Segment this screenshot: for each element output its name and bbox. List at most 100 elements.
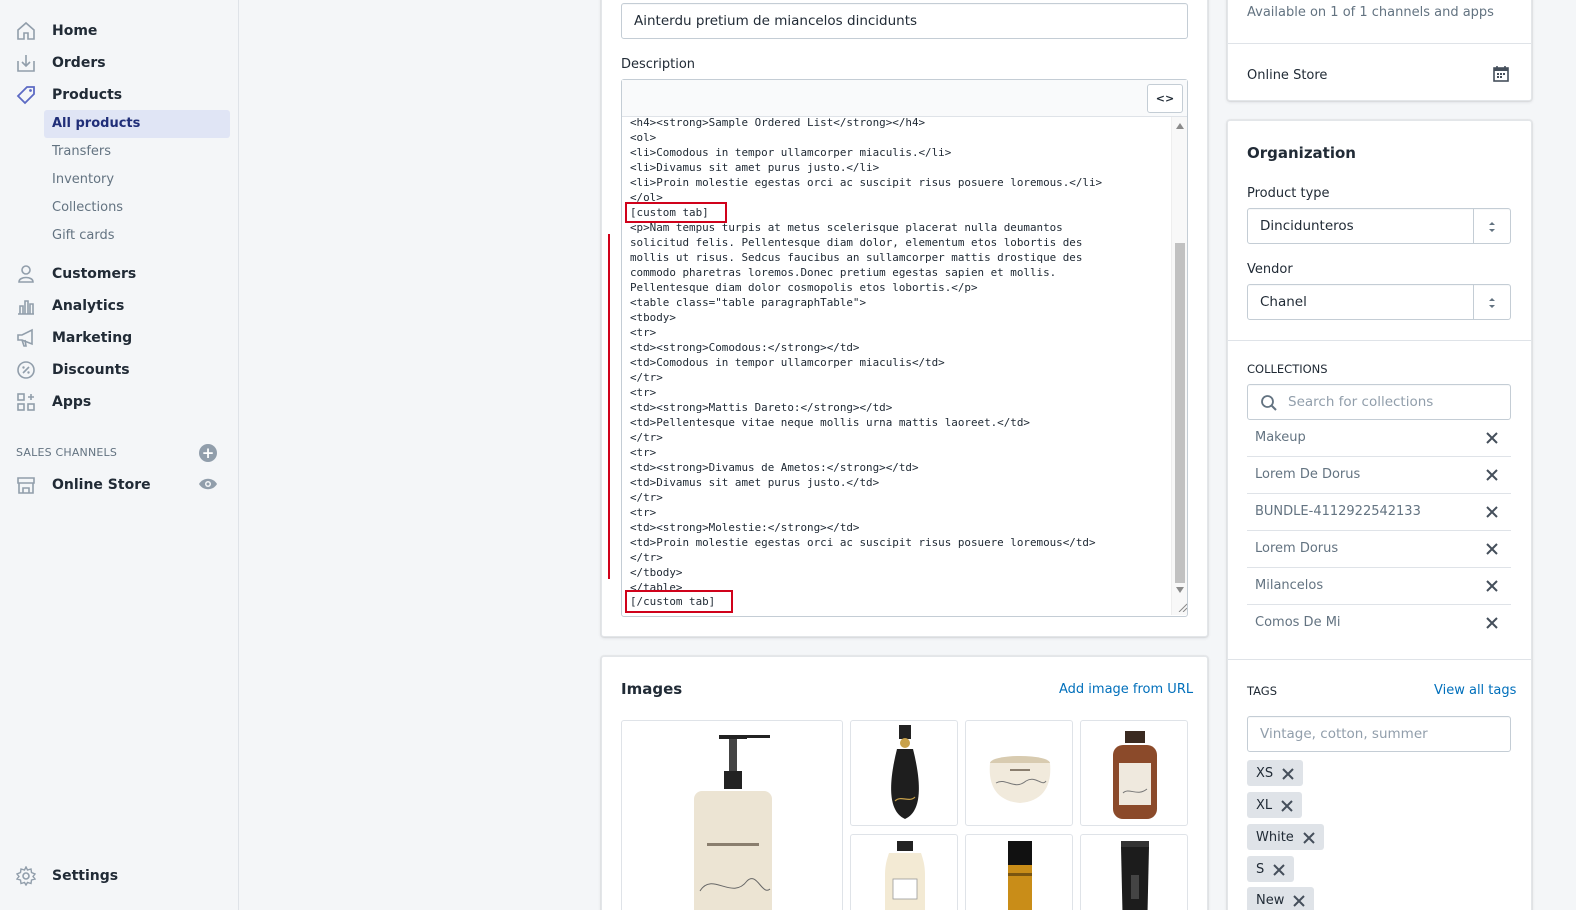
sub-item-label: All products: [52, 116, 141, 131]
remove-collection-icon[interactable]: [1484, 504, 1500, 520]
nav-products-label: Products: [52, 87, 123, 103]
remove-tag-icon[interactable]: [1302, 830, 1316, 844]
scroll-down-icon[interactable]: [1176, 587, 1184, 593]
highlight-custom-tab-open: [625, 202, 727, 223]
gold-tube-image[interactable]: [965, 834, 1073, 910]
code-line: <tr>: [630, 326, 657, 339]
code-line: </tr>: [630, 431, 663, 444]
editor-toolbar: [622, 80, 1187, 117]
product-type-value: Dincidunteros: [1260, 218, 1354, 234]
code-line: <tbody>: [630, 311, 676, 324]
remove-tag-icon[interactable]: [1281, 766, 1295, 780]
code-editor[interactable]: <h4><strong>Sample Ordered List</strong>…: [622, 117, 1171, 615]
nav-apps[interactable]: Apps: [0, 387, 239, 417]
sidebar-item-inventory[interactable]: Inventory: [44, 166, 230, 194]
black-tube-image[interactable]: [1080, 834, 1188, 910]
pump-bottle-image[interactable]: [621, 720, 843, 910]
collection-name: BUNDLE-4112922542133: [1255, 504, 1421, 519]
add-image-from-url-link[interactable]: Add image from URL: [1059, 682, 1193, 697]
select-arrows-icon[interactable]: [1487, 219, 1497, 233]
collection-row: Milancelos: [1247, 568, 1511, 605]
code-line: <td>Proin molestie egestas orci ac susci…: [630, 536, 1096, 549]
remove-collection-icon[interactable]: [1484, 578, 1500, 594]
collection-row: Comos De Mi: [1247, 605, 1511, 642]
calendar-icon[interactable]: [1492, 65, 1510, 83]
remove-tag-icon[interactable]: [1292, 893, 1306, 907]
code-line: <td><strong>Mattis Dareto:</strong></td>: [630, 401, 893, 414]
view-all-tags-link[interactable]: View all tags: [1434, 683, 1516, 698]
nav-marketing[interactable]: Marketing: [0, 323, 239, 353]
remove-tag-icon[interactable]: [1280, 798, 1294, 812]
code-line: <li>Proin molestie egestas orci ac susci…: [630, 176, 1103, 189]
black-vase-bottle-image[interactable]: [850, 720, 958, 826]
sidebar: Home Orders Products All products Transf…: [0, 0, 239, 910]
code-line: <li>Divamus sit amet purus justo.</li>: [630, 161, 880, 174]
field-divider: [1473, 209, 1474, 243]
scroll-thumb[interactable]: [1175, 243, 1185, 583]
sub-item-label: Gift cards: [52, 228, 115, 243]
cream-bottle-image[interactable]: [850, 834, 958, 910]
sidebar-item-collections[interactable]: Collections: [44, 194, 230, 222]
code-line: <tr>: [630, 386, 657, 399]
add-sales-channel-button[interactable]: +: [199, 444, 217, 462]
code-line: <li>Comodous in tempor ullamcorper miacu…: [630, 146, 952, 159]
remove-collection-icon[interactable]: [1484, 541, 1500, 557]
nav-home-label: Home: [52, 23, 98, 39]
tag-chip: S: [1247, 856, 1295, 882]
tags-input[interactable]: Vintage, cotton, summer: [1247, 716, 1511, 752]
sales-channels-title: SALES CHANNELS: [16, 446, 118, 459]
select-arrows-icon[interactable]: [1487, 295, 1497, 309]
tag-label: XL: [1256, 797, 1273, 813]
nav-analytics[interactable]: Analytics: [0, 291, 239, 321]
code-scrollbar[interactable]: [1171, 117, 1187, 615]
product-type-label: Product type: [1247, 186, 1330, 201]
scroll-up-icon[interactable]: [1176, 123, 1184, 129]
product-type-field[interactable]: Dincidunteros: [1247, 208, 1511, 244]
nav-orders-label: Orders: [52, 55, 106, 71]
sidebar-item-all-products[interactable]: All products: [44, 110, 230, 138]
sub-item-label: Transfers: [52, 144, 112, 159]
sidebar-item-transfers[interactable]: Transfers: [44, 138, 230, 166]
divider: [1228, 659, 1531, 660]
nav-customers[interactable]: Customers: [0, 259, 239, 289]
code-line: commodo pharetras loremos.Donec pretium …: [630, 266, 1057, 279]
code-line: <tr>: [630, 446, 657, 459]
html-toggle-button[interactable]: <>: [1147, 84, 1183, 113]
title-input[interactable]: Ainterdu pretium de miancelos dincidunts: [621, 3, 1188, 39]
code-line: <tr>: [630, 506, 657, 519]
tags-input-placeholder: Vintage, cotton, summer: [1260, 726, 1428, 742]
organization-title: Organization: [1247, 144, 1356, 162]
nav-orders[interactable]: Orders: [0, 48, 239, 78]
sidebar-item-gift-cards[interactable]: Gift cards: [44, 222, 230, 250]
eye-icon[interactable]: [198, 476, 218, 492]
collections-title: COLLECTIONS: [1247, 362, 1328, 376]
nav-products[interactable]: Products: [0, 80, 239, 110]
collections-search-input[interactable]: Search for collections: [1247, 384, 1511, 420]
tags-title: TAGS: [1247, 684, 1278, 698]
code-line: <td><strong>Molestie:</strong></td>: [630, 521, 860, 534]
code-line: </tr>: [630, 371, 663, 384]
remove-collection-icon[interactable]: [1484, 430, 1500, 446]
tag-chip: XL: [1247, 792, 1303, 818]
nav-analytics-label: Analytics: [52, 298, 125, 314]
nav-settings[interactable]: Settings: [0, 861, 239, 891]
remove-tag-icon[interactable]: [1272, 862, 1286, 876]
collection-name: Comos De Mi: [1255, 615, 1341, 630]
divider: [1228, 43, 1531, 44]
code-line: </tr>: [630, 551, 663, 564]
resize-handle-icon[interactable]: [1178, 603, 1187, 612]
nav-discounts[interactable]: Discounts: [0, 355, 239, 385]
amber-bottle-image[interactable]: [1080, 720, 1188, 826]
description-label: Description: [621, 57, 696, 72]
remove-collection-icon[interactable]: [1484, 615, 1500, 631]
remove-collection-icon[interactable]: [1484, 467, 1500, 483]
field-divider: [1473, 285, 1474, 319]
availability-text: Available on 1 of 1 channels and apps: [1247, 5, 1494, 20]
home-icon: [16, 21, 36, 41]
nav-home[interactable]: Home: [0, 16, 239, 46]
code-line: <td><strong>Comodous:</strong></td>: [630, 341, 860, 354]
code-line: solicitud felis. Pellentesque diam dolor…: [630, 236, 1083, 249]
cream-jar-image[interactable]: [965, 720, 1073, 826]
vendor-field[interactable]: Chanel: [1247, 284, 1511, 320]
store-icon: [16, 475, 36, 495]
